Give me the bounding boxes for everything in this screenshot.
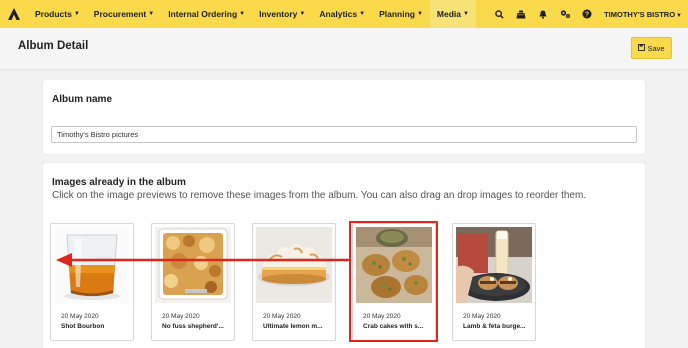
nav-item-procurement[interactable]: Procurement ▼ (87, 0, 161, 28)
image-thumbnail[interactable]: 20 May 2020 Ultimate lemon m... (252, 223, 336, 341)
image-name: Lamb & feta burge... (463, 323, 526, 330)
logo-icon (8, 8, 20, 20)
image-thumbnail[interactable]: 20 May 2020 No fuss shepherd'... (151, 223, 235, 341)
nav-item-products[interactable]: Products ▼ (28, 0, 87, 28)
image-date: 20 May 2020 (61, 313, 99, 320)
chevron-down-icon: ▼ (239, 11, 246, 17)
top-nav: Products ▼ Procurement ▼ Internal Ordering… (0, 0, 688, 28)
image-date: 20 May 2020 (263, 313, 301, 320)
chevron-down-icon: ▼ (299, 11, 306, 17)
user-menu[interactable]: TIMOTHY'S BISTRO▼ (598, 10, 688, 19)
settings-icon[interactable] (554, 0, 576, 28)
shepherds-pie-image (155, 227, 231, 303)
cash-register-icon[interactable] (510, 0, 532, 28)
save-button[interactable]: Save (631, 37, 672, 59)
chevron-down-icon: ▼ (359, 11, 366, 17)
images-section-description: Click on the image previews to remove th… (52, 190, 587, 201)
search-icon[interactable] (488, 0, 510, 28)
nav-item-internal-ordering[interactable]: Internal Ordering ▼ (161, 0, 252, 28)
image-thumbnail[interactable]: 20 May 2020 Shot Bourbon (50, 223, 134, 341)
lemon-meringue-pie-image (256, 227, 332, 303)
album-name-label: Album name (52, 94, 113, 105)
nav-item-media[interactable]: Media ▼ (429, 0, 476, 28)
image-name: Ultimate lemon m... (263, 323, 323, 330)
nav-item-analytics[interactable]: Analytics ▼ (312, 0, 372, 28)
image-date: 20 May 2020 (463, 313, 501, 320)
images-section-title: Images already in the album (52, 177, 186, 188)
album-name-input[interactable] (51, 126, 637, 143)
floppy-disk-icon (638, 43, 646, 53)
chevron-down-icon: ▼ (463, 11, 469, 17)
album-name-card: Album name (43, 80, 645, 154)
image-date: 20 May 2020 (162, 313, 200, 320)
image-name: No fuss shepherd'... (162, 323, 224, 330)
page-header: Album Detail Save (0, 28, 688, 70)
chevron-down-icon: ▼ (148, 11, 155, 17)
image-name: Shot Bourbon (61, 323, 105, 330)
nav-item-inventory[interactable]: Inventory ▼ (252, 0, 312, 28)
highlight-box (349, 221, 438, 342)
image-thumbnail[interactable]: 20 May 2020 Lamb & feta burge... (452, 223, 536, 341)
help-icon[interactable]: ? (576, 0, 598, 28)
bourbon-glass-image (54, 227, 130, 303)
chevron-down-icon: ▼ (416, 11, 423, 17)
chevron-down-icon: ▼ (676, 12, 682, 19)
bell-icon[interactable] (532, 0, 554, 28)
nav-item-planning[interactable]: Planning ▼ (372, 0, 430, 28)
page-title: Album Detail (18, 40, 89, 52)
app-logo[interactable] (0, 0, 28, 28)
album-images-card: Images already in the album Click on the… (43, 163, 645, 348)
svg-text:?: ? (585, 12, 589, 19)
lamb-feta-burger-image (456, 227, 532, 303)
chevron-down-icon: ▼ (73, 11, 80, 17)
